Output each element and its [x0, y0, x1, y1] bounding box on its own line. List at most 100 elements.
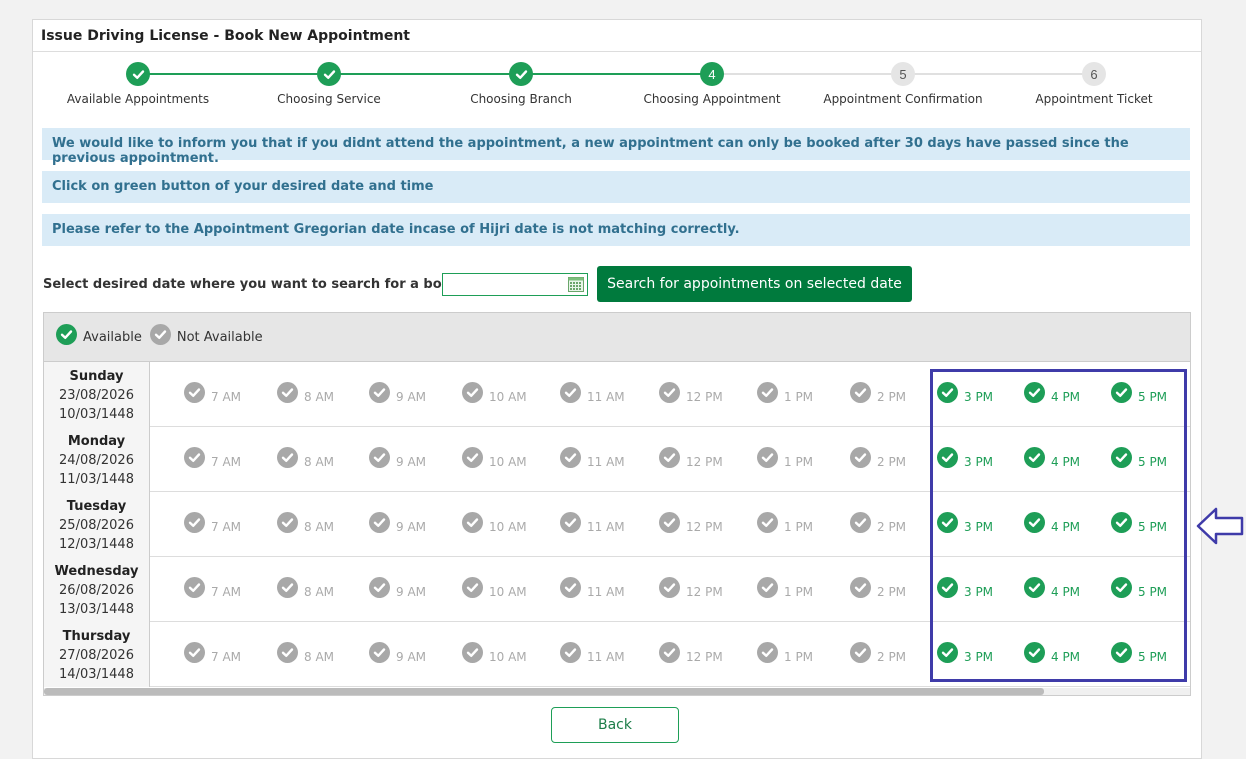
slot-time-label: 9 AM: [396, 650, 427, 664]
notice-rebooking-rule: We would like to inform you that if you …: [42, 128, 1190, 166]
check-circle-grey-icon: [462, 447, 483, 468]
slot-time-label: 2 PM: [877, 650, 907, 664]
check-circle-grey-icon: [659, 382, 680, 403]
unavailable-slot: 8 AM: [277, 512, 334, 534]
notice-gregorian-date: Please refer to the Appointment Gregoria…: [42, 214, 1190, 246]
slot-time-label: 12 PM: [686, 455, 723, 469]
check-circle-grey-icon: [659, 512, 680, 533]
legend-available-label: Available: [83, 329, 142, 345]
unavailable-slot: 12 PM: [659, 447, 723, 469]
check-circle-grey-icon: [369, 512, 390, 533]
check-circle-grey-icon: [850, 382, 871, 403]
day-cell: Tuesday 25/08/2026 12/03/1448: [44, 492, 150, 557]
check-circle-grey-icon: [560, 642, 581, 663]
gregorian-date: 27/08/2026: [59, 648, 134, 663]
check-circle-grey-icon: [560, 382, 581, 403]
unavailable-slot: 1 PM: [757, 642, 813, 664]
step-connector: [137, 73, 711, 75]
unavailable-slot: 9 AM: [369, 512, 426, 534]
step-check-icon: [509, 62, 533, 86]
step-label: Choosing Branch: [470, 92, 572, 106]
unavailable-slot: 11 AM: [560, 447, 625, 469]
unavailable-slot: 12 PM: [659, 512, 723, 534]
check-circle-grey-icon: [369, 577, 390, 598]
unavailable-slot: 2 PM: [850, 382, 906, 404]
search-appointments-button[interactable]: Search for appointments on selected date: [597, 266, 912, 302]
slot-time-label: 11 AM: [587, 650, 625, 664]
unavailable-slot: 2 PM: [850, 577, 906, 599]
page-title: Issue Driving License - Book New Appoint…: [33, 20, 1201, 52]
slot-time-label: 8 AM: [304, 390, 335, 404]
slot-time-label: 8 AM: [304, 455, 335, 469]
check-circle-grey-icon: [462, 577, 483, 598]
hijri-date: 10/03/1448: [59, 407, 134, 422]
date-input[interactable]: [442, 273, 588, 296]
step-3: Choosing Branch: [426, 62, 616, 106]
availability-legend: Available Not Available: [44, 313, 1190, 362]
check-circle-grey-icon: [369, 642, 390, 663]
day-cell: Wednesday 26/08/2026 13/03/1448: [44, 557, 150, 622]
unavailable-slot: 8 AM: [277, 642, 334, 664]
check-circle-grey-icon: [277, 447, 298, 468]
slot-time-label: 2 PM: [877, 520, 907, 534]
slot-time-label: 1 PM: [784, 390, 814, 404]
slot-time-label: 11 AM: [587, 455, 625, 469]
gregorian-date: 25/08/2026: [59, 518, 134, 533]
slot-time-label: 1 PM: [784, 455, 814, 469]
slot-time-label: 8 AM: [304, 520, 335, 534]
step-number: 4: [700, 62, 724, 86]
gregorian-date: 23/08/2026: [59, 388, 134, 403]
unavailable-slot: 11 AM: [560, 382, 625, 404]
slot-time-label: 11 AM: [587, 390, 625, 404]
unavailable-slot: 1 PM: [757, 382, 813, 404]
slot-time-label: 10 AM: [489, 455, 527, 469]
hijri-date: 11/03/1448: [59, 472, 134, 487]
horizontal-scrollbar[interactable]: [44, 688, 1190, 695]
unavailable-slot: 11 AM: [560, 512, 625, 534]
unavailable-slot: 7 AM: [184, 512, 241, 534]
check-circle-grey-icon: [757, 382, 778, 403]
slot-time-label: 9 AM: [396, 520, 427, 534]
unavailable-slot: 10 AM: [462, 642, 527, 664]
check-circle-grey-icon: [850, 512, 871, 533]
slot-time-label: 1 PM: [784, 585, 814, 599]
notice-click-instruction: Click on green button of your desired da…: [42, 171, 1190, 203]
unavailable-slot: 11 AM: [560, 577, 625, 599]
unavailable-slot: 10 AM: [462, 447, 527, 469]
unavailable-slot: 7 AM: [184, 642, 241, 664]
slot-time-label: 12 PM: [686, 650, 723, 664]
unavailable-slot: 1 PM: [757, 512, 813, 534]
check-circle-grey-icon: [369, 447, 390, 468]
check-circle-grey-icon: [757, 642, 778, 663]
day-name: Sunday: [69, 369, 124, 384]
gregorian-date: 24/08/2026: [59, 453, 134, 468]
slot-time-label: 12 PM: [686, 390, 723, 404]
step-number: 5: [891, 62, 915, 86]
check-circle-green-icon: [56, 323, 77, 345]
unavailable-slot: 8 AM: [277, 447, 334, 469]
check-circle-grey-icon: [277, 577, 298, 598]
unavailable-slot: 1 PM: [757, 447, 813, 469]
unavailable-slot: 9 AM: [369, 642, 426, 664]
slot-time-label: 12 PM: [686, 520, 723, 534]
step-4: 4 Choosing Appointment: [617, 62, 807, 106]
step-label: Appointment Ticket: [1035, 92, 1153, 106]
day-cell: Sunday 23/08/2026 10/03/1448: [44, 362, 150, 427]
unavailable-slot: 1 PM: [757, 577, 813, 599]
back-button[interactable]: Back: [551, 707, 679, 743]
check-circle-grey-icon: [757, 577, 778, 598]
unavailable-slot: 9 AM: [369, 577, 426, 599]
slot-time-label: 1 PM: [784, 650, 814, 664]
step-check-icon: [317, 62, 341, 86]
unavailable-slot: 7 AM: [184, 382, 241, 404]
check-circle-grey-icon: [757, 512, 778, 533]
step-check-icon: [126, 62, 150, 86]
date-search-row: Select desired date where you want to se…: [43, 266, 1183, 306]
unavailable-slot: 12 PM: [659, 577, 723, 599]
calendar-icon[interactable]: [568, 277, 584, 292]
check-circle-grey-icon: [184, 382, 205, 403]
check-circle-grey-icon: [277, 382, 298, 403]
scrollbar-thumb[interactable]: [44, 688, 1044, 695]
unavailable-slot: 2 PM: [850, 512, 906, 534]
unavailable-slot: 12 PM: [659, 642, 723, 664]
